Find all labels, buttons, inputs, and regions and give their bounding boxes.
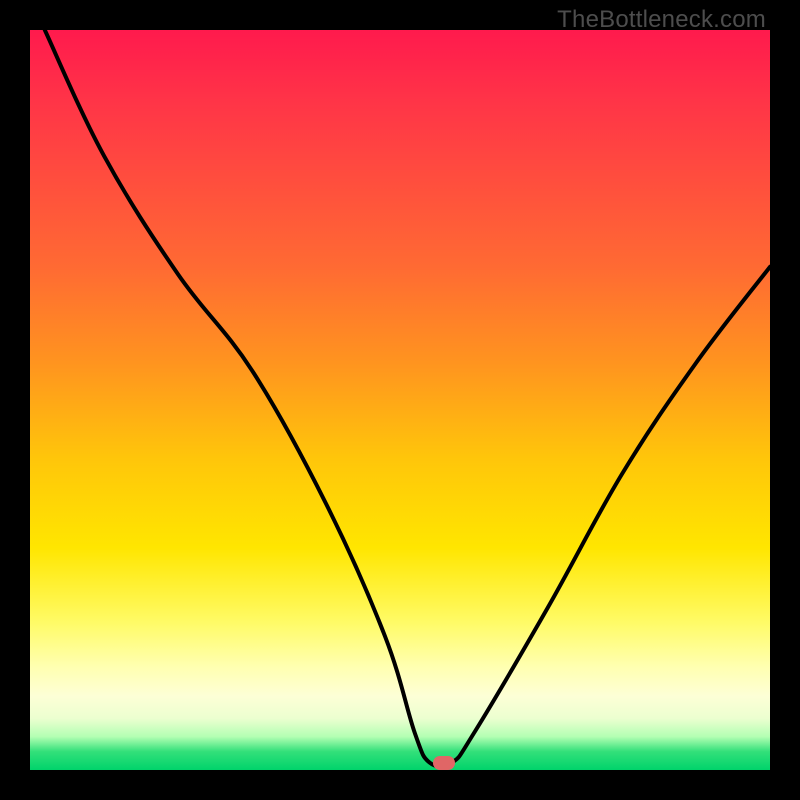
bottleneck-curve — [30, 30, 770, 770]
plot-area — [30, 30, 770, 770]
chart-frame: TheBottleneck.com — [0, 0, 800, 800]
minimum-marker — [433, 756, 455, 770]
